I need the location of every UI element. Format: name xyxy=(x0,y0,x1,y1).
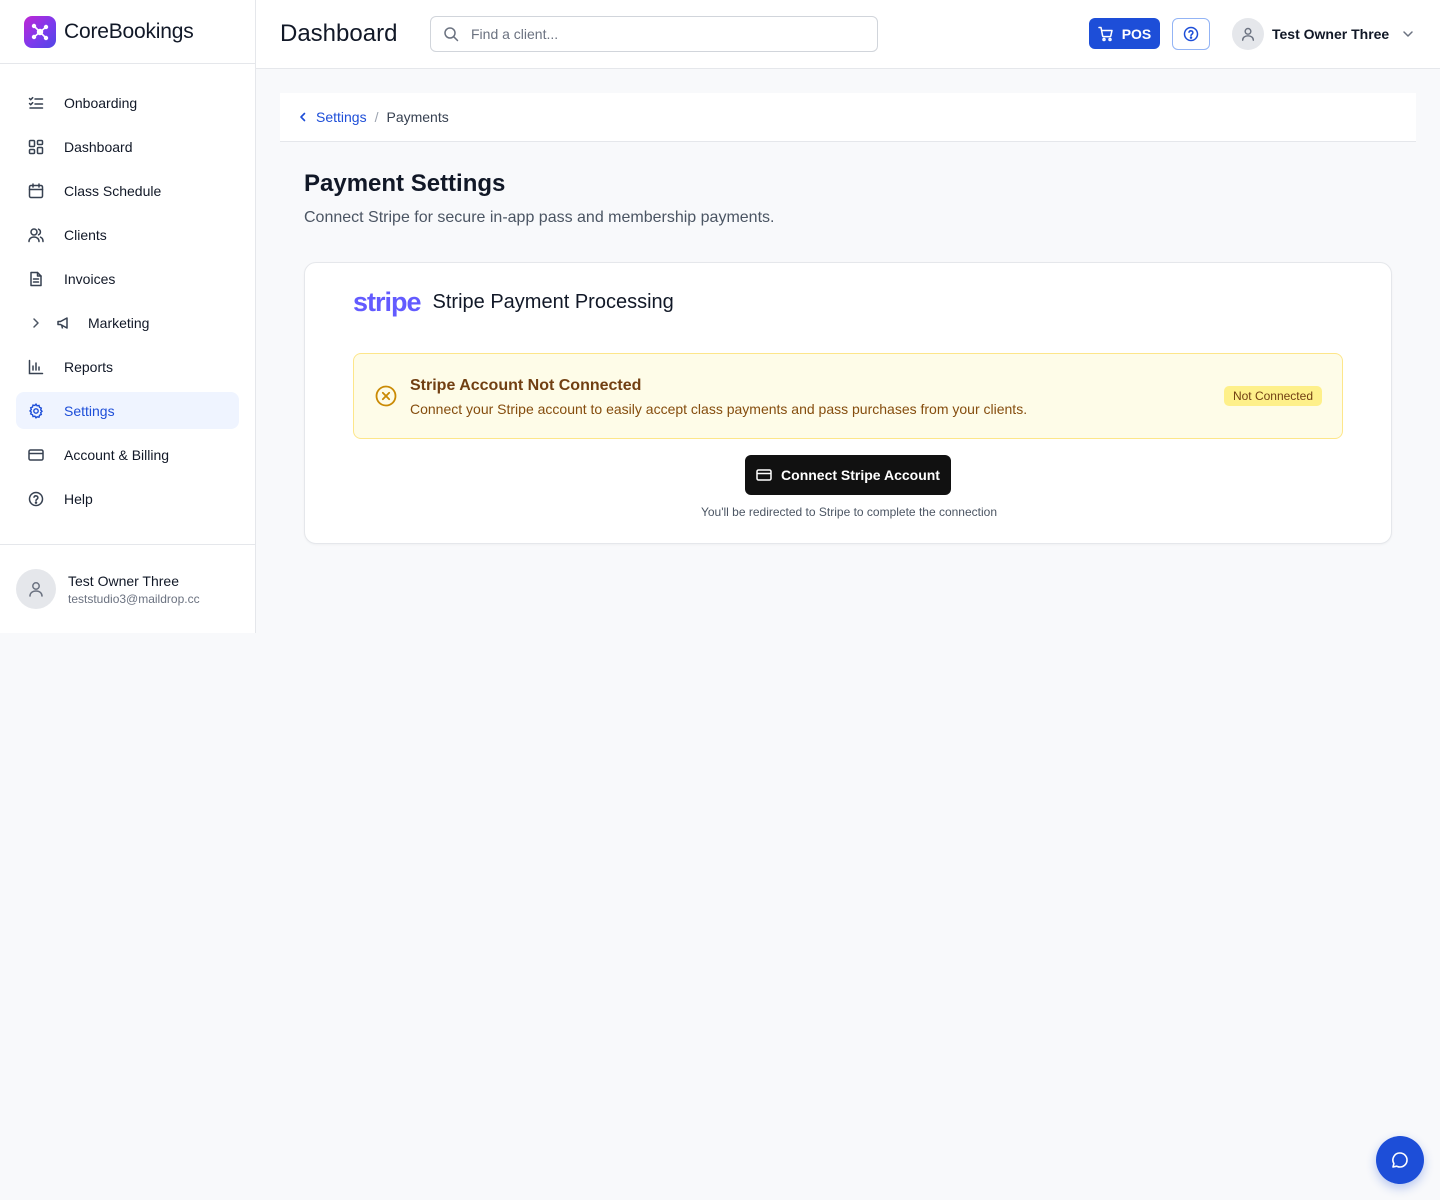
sidebar-item-clients[interactable]: Clients xyxy=(16,216,239,253)
avatar xyxy=(1232,18,1264,50)
stripe-not-connected-alert: Stripe Account Not Connected Connect you… xyxy=(353,353,1343,439)
section-subtitle: Connect Stripe for secure in-app pass an… xyxy=(304,209,775,226)
alert-title: Stripe Account Not Connected xyxy=(410,377,642,394)
sidebar-item-onboarding[interactable]: Onboarding xyxy=(16,84,239,121)
chat-button[interactable] xyxy=(1376,1136,1424,1184)
stripe-card: stripe Stripe Payment Processing Stripe … xyxy=(304,262,1392,544)
checklist-icon xyxy=(28,95,44,111)
sidebar-user-name: Test Owner Three xyxy=(68,572,180,589)
search-icon xyxy=(444,27,459,42)
bar-chart-icon xyxy=(28,359,44,375)
status-badge: Not Connected xyxy=(1223,386,1322,406)
sidebar-item-settings[interactable]: Settings xyxy=(16,392,239,429)
breadcrumb-parent[interactable]: Settings xyxy=(316,109,367,125)
client-search[interactable] xyxy=(430,16,878,52)
connect-stripe-label: Connect Stripe Account xyxy=(781,467,940,483)
sidebar-nav: Onboarding Dashboard Class Schedule Clie… xyxy=(0,64,255,517)
top-header: Dashboard POS Test Owner Three xyxy=(256,0,1440,69)
user-icon xyxy=(29,582,43,597)
sidebar-item-label: Settings xyxy=(64,402,115,419)
sidebar-item-label: Invoices xyxy=(64,270,116,287)
breadcrumb: Settings / Payments xyxy=(280,93,1416,142)
gear-icon xyxy=(28,402,44,419)
sidebar-item-label: Onboarding xyxy=(64,94,138,111)
help-circle-icon xyxy=(28,491,44,507)
credit-card-icon xyxy=(756,469,772,481)
sidebar-item-label: Help xyxy=(64,490,93,507)
dashboard-grid-icon xyxy=(28,139,44,155)
sidebar-item-class-schedule[interactable]: Class Schedule xyxy=(16,172,239,209)
chevron-right-icon[interactable] xyxy=(28,315,44,331)
credit-card-icon xyxy=(28,447,44,463)
sidebar-item-label: Clients xyxy=(64,226,107,243)
sidebar-item-marketing[interactable]: Marketing xyxy=(16,304,239,341)
sidebar-item-account-billing[interactable]: Account & Billing xyxy=(16,436,239,473)
megaphone-icon xyxy=(56,315,72,331)
breadcrumb-settings-link[interactable]: Settings xyxy=(298,109,367,125)
sidebar-item-label: Class Schedule xyxy=(64,182,162,199)
breadcrumb-current: Payments xyxy=(386,109,449,125)
invoice-icon xyxy=(28,271,44,287)
sidebar-item-reports[interactable]: Reports xyxy=(16,348,239,385)
stripe-card-title: Stripe Payment Processing xyxy=(432,291,674,313)
sidebar-item-label: Dashboard xyxy=(64,138,133,155)
pos-button[interactable]: POS xyxy=(1089,18,1160,49)
user-icon xyxy=(1241,27,1255,41)
chevron-down-icon xyxy=(1401,27,1415,41)
user-menu[interactable]: Test Owner Three xyxy=(1232,18,1415,50)
calendar-icon xyxy=(28,182,44,199)
sidebar-item-invoices[interactable]: Invoices xyxy=(16,260,239,297)
sidebar-item-label: Account & Billing xyxy=(64,446,170,463)
connect-stripe-button[interactable]: Connect Stripe Account xyxy=(745,455,951,495)
sidebar-item-help[interactable]: Help xyxy=(16,480,239,517)
page-title: Dashboard xyxy=(280,20,398,47)
sidebar-user-profile[interactable]: Test Owner Three teststudio3@maildrop.cc xyxy=(0,544,255,633)
avatar xyxy=(16,569,56,609)
chat-bubble-icon xyxy=(1392,1152,1408,1168)
help-circle-icon xyxy=(1183,26,1199,42)
stripe-logo: stripe xyxy=(353,287,422,317)
alert-description: Connect your Stripe account to easily ac… xyxy=(410,401,1028,417)
users-icon xyxy=(28,227,44,243)
sidebar: CoreBookings Onboarding Dashboard Class … xyxy=(0,0,256,633)
section-title: Payment Settings xyxy=(304,170,506,197)
search-input[interactable] xyxy=(471,26,851,42)
corebookings-logo-icon xyxy=(24,15,56,48)
sidebar-item-label: Marketing xyxy=(88,314,150,331)
chevron-left-icon xyxy=(300,112,306,122)
brand[interactable]: CoreBookings xyxy=(0,0,255,64)
help-button[interactable] xyxy=(1172,18,1210,50)
brand-name: CoreBookings xyxy=(64,19,194,43)
user-menu-name: Test Owner Three xyxy=(1272,26,1390,42)
sidebar-item-dashboard[interactable]: Dashboard xyxy=(16,128,239,165)
shopping-cart-icon xyxy=(1097,26,1113,41)
redirect-note: You'll be redirected to Stripe to comple… xyxy=(700,505,998,519)
breadcrumb-separator: / xyxy=(374,109,379,125)
x-circle-icon xyxy=(375,385,397,412)
pos-label: POS xyxy=(1121,25,1152,42)
sidebar-user-email: teststudio3@maildrop.cc xyxy=(68,591,200,606)
sidebar-item-label: Reports xyxy=(64,358,114,375)
